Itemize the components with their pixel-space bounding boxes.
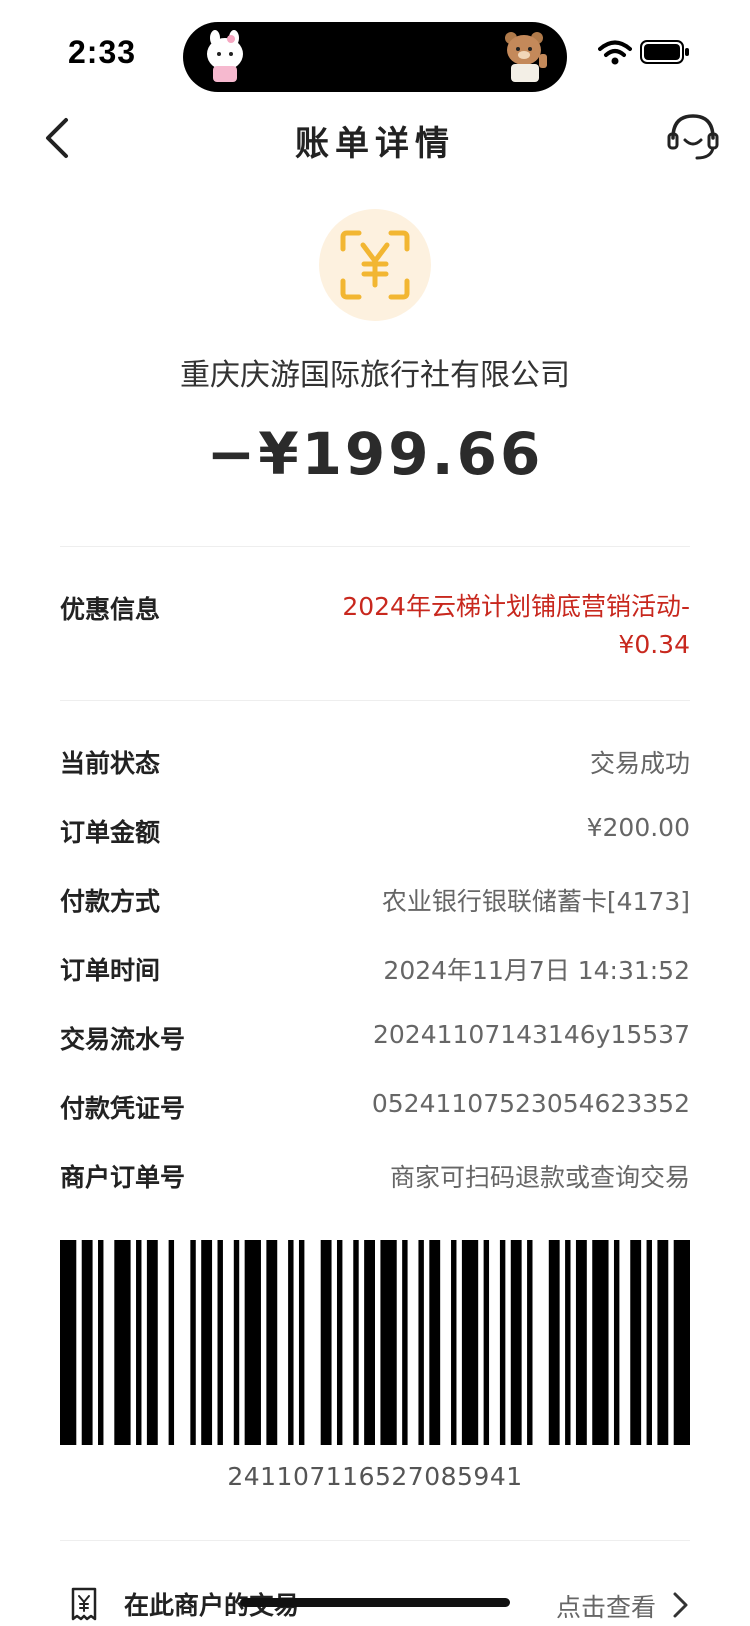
barcode-bar	[320, 1240, 332, 1445]
discount-label: 优惠信息	[60, 595, 161, 624]
barcode-bar	[673, 1240, 690, 1445]
status-time: 2:33	[68, 34, 137, 70]
order-time-value: 2024年11月7日 14:31:52	[383, 956, 690, 985]
transaction-amount: −¥199.66	[206, 420, 544, 488]
barcode-bar	[565, 1240, 571, 1445]
receipt-yuan-icon	[71, 1587, 97, 1621]
payment-method-label: 付款方式	[60, 887, 161, 916]
bear-sticker-icon	[505, 32, 547, 82]
barcode-bar	[98, 1240, 104, 1445]
chevron-right-icon[interactable]	[670, 1590, 690, 1620]
barcode-bar	[402, 1240, 408, 1445]
transaction-id-value: 20241107143146y15537	[372, 1020, 690, 1049]
barcode-bar	[288, 1240, 294, 1445]
barcode-bar	[630, 1240, 642, 1445]
order-amount-label: 订单金额	[60, 818, 161, 847]
barcode-bar	[266, 1240, 278, 1445]
merchant-name: 重庆庆游国际旅行社有限公司	[180, 358, 570, 393]
barcode-bar	[60, 1240, 77, 1445]
transaction-id-label: 交易流水号	[60, 1025, 186, 1054]
barcode-bar	[336, 1240, 343, 1445]
order-barcode	[60, 1240, 690, 1445]
barcode-bar	[380, 1240, 397, 1445]
barcode-bar	[81, 1240, 93, 1445]
voucher-number-value: 052411075230546233​52	[371, 1089, 690, 1118]
merchant-order-value: 商家可扫码退款或查询交易	[389, 1163, 690, 1192]
barcode-bar	[233, 1240, 240, 1445]
page-title: 账单详情	[295, 124, 455, 164]
divider	[60, 700, 690, 701]
barcode-bar	[217, 1240, 223, 1445]
divider	[60, 1540, 690, 1541]
battery-icon	[640, 40, 689, 64]
discount-value: 2024年云梯计划铺底营销活动-¥0.34	[342, 592, 690, 659]
view-link[interactable]: 点击查看	[556, 1588, 656, 1624]
barcode-number: 241107116527085941	[227, 1462, 523, 1491]
voucher-number-label: 付款凭证号	[60, 1094, 186, 1123]
status-label: 当前状态	[60, 749, 161, 778]
bunny-sticker-icon	[207, 30, 243, 82]
yuan-scan-icon	[319, 209, 431, 321]
customer-service-icon[interactable]	[665, 108, 721, 168]
barcode-bar	[298, 1240, 305, 1445]
barcode-bar	[136, 1240, 142, 1445]
barcode-bar	[244, 1240, 261, 1445]
barcode-bar	[592, 1240, 609, 1445]
barcode-bar	[146, 1240, 158, 1445]
barcode-bar	[190, 1240, 196, 1445]
barcode-bar	[114, 1240, 131, 1445]
payment-method-value: 农业银行银联储蓄卡[4173]	[381, 887, 690, 916]
barcode-bar	[451, 1240, 457, 1445]
barcode-bar	[548, 1240, 560, 1445]
nav-bar: 账单详情	[0, 100, 750, 190]
barcode-bar	[527, 1240, 533, 1445]
barcode-bar	[646, 1240, 652, 1445]
barcode-bar	[483, 1240, 490, 1445]
dynamic-island	[183, 22, 567, 92]
order-amount-value: ¥200.00	[586, 813, 690, 842]
order-time-label: 订单时间	[60, 956, 161, 985]
barcode-bar	[168, 1240, 175, 1445]
divider	[60, 546, 690, 547]
barcode-bar	[575, 1240, 587, 1445]
barcode-bar	[201, 1240, 213, 1445]
status-value: 交易成功	[589, 749, 690, 778]
barcode-bar	[657, 1240, 669, 1445]
barcode-bar	[364, 1240, 375, 1445]
barcode-bar	[353, 1240, 359, 1445]
barcode-bar	[429, 1240, 441, 1445]
barcode-bar	[499, 1240, 506, 1445]
status-bar: 2:33	[0, 0, 750, 100]
merchant-order-label: 商户订单号	[60, 1163, 186, 1192]
barcode-bar	[510, 1240, 522, 1445]
barcode-bar	[613, 1240, 620, 1445]
wifi-icon	[598, 40, 632, 65]
barcode-bar	[461, 1240, 479, 1445]
barcode-bar	[418, 1240, 424, 1445]
home-indicator[interactable]	[240, 1598, 510, 1607]
